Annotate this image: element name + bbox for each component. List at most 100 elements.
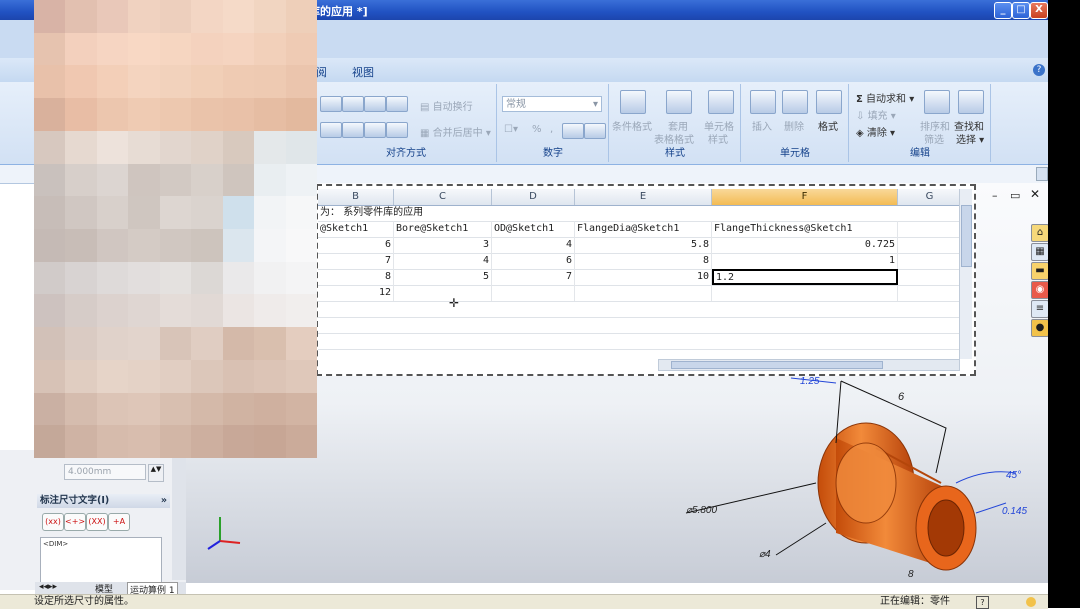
align-right-icon[interactable] bbox=[364, 122, 386, 138]
column-header-b[interactable]: B bbox=[318, 189, 394, 205]
minimize-button[interactable]: _ bbox=[994, 2, 1012, 19]
data-cell[interactable] bbox=[898, 269, 962, 285]
currency-icon[interactable]: ☐▾ bbox=[504, 124, 518, 135]
data-cell[interactable]: 4 bbox=[492, 237, 575, 253]
dim-label-1[interactable]: 1.25 bbox=[800, 376, 819, 387]
dim-label-7[interactable]: 8 bbox=[908, 569, 914, 580]
appearances-icon[interactable]: ≡ bbox=[1031, 300, 1049, 318]
data-cell[interactable]: 6 bbox=[318, 237, 394, 253]
data-cell[interactable] bbox=[575, 285, 712, 301]
dim-label-6[interactable]: 0.145 bbox=[1002, 506, 1027, 517]
align-middle-icon[interactable] bbox=[342, 96, 364, 112]
panel-scrollbar[interactable] bbox=[172, 450, 186, 580]
align-center-icon[interactable] bbox=[342, 122, 364, 138]
dim-text-box[interactable]: <DIM> bbox=[40, 537, 162, 583]
restore-button[interactable]: □ bbox=[1012, 2, 1030, 19]
home-icon[interactable]: ⌂ bbox=[1031, 224, 1049, 242]
dim-offset-button[interactable]: +A bbox=[108, 513, 130, 531]
data-cell[interactable]: 7 bbox=[318, 253, 394, 269]
indent-icon[interactable] bbox=[386, 122, 408, 138]
viewport-restore-icon[interactable]: ▭ bbox=[1010, 189, 1020, 202]
orientation-icon[interactable] bbox=[386, 96, 408, 112]
align-top-icon[interactable] bbox=[320, 96, 342, 112]
column-header-f[interactable]: F bbox=[712, 189, 898, 205]
help-icon[interactable]: ? bbox=[1033, 64, 1045, 76]
sort-filter-icon[interactable] bbox=[924, 90, 950, 114]
data-cell[interactable] bbox=[492, 285, 575, 301]
view-palette-icon[interactable]: ◉ bbox=[1031, 281, 1049, 299]
format-button[interactable]: 格式 bbox=[818, 118, 838, 133]
data-cell[interactable]: 4 bbox=[394, 253, 492, 269]
data-cell[interactable]: 12 bbox=[318, 285, 394, 301]
sheet-horizontal-scrollbar[interactable] bbox=[658, 359, 960, 371]
expand-formula-bar-icon[interactable] bbox=[1036, 167, 1048, 181]
header-cell[interactable]: @Sketch1 bbox=[318, 221, 394, 237]
active-cell[interactable]: 1.2 bbox=[712, 269, 898, 285]
data-cell[interactable]: 0.725 bbox=[712, 237, 898, 253]
dim-text-header[interactable]: 标注尺寸文字(I)» bbox=[37, 494, 170, 508]
data-cell[interactable] bbox=[394, 285, 492, 301]
header-cell[interactable]: OD@Sketch1 bbox=[492, 221, 575, 237]
rebuild-icon[interactable] bbox=[1026, 597, 1036, 607]
dim-label-4[interactable]: ⌀4 bbox=[759, 549, 771, 560]
data-cell[interactable] bbox=[712, 285, 898, 301]
dim-label-2[interactable]: 6 bbox=[898, 391, 904, 403]
align-bottom-icon[interactable] bbox=[364, 96, 386, 112]
dim-label-5[interactable]: 45° bbox=[1006, 470, 1021, 481]
merge-center-button[interactable]: ▦ 合并后居中 ▾ bbox=[420, 124, 491, 139]
binoculars-icon[interactable] bbox=[958, 90, 984, 114]
folder-icon[interactable]: ▬ bbox=[1031, 262, 1049, 280]
clear-button[interactable]: ◈ 清除 ▾ bbox=[856, 124, 895, 139]
conditional-format-icon[interactable] bbox=[620, 90, 646, 114]
data-cell[interactable]: 8 bbox=[318, 269, 394, 285]
tab-review[interactable]: 阅 bbox=[316, 64, 327, 80]
header-cell[interactable]: Bore@Sketch1 bbox=[394, 221, 492, 237]
scroll-thumb[interactable] bbox=[671, 361, 883, 369]
increase-decimal-icon[interactable] bbox=[562, 123, 584, 139]
insert-button[interactable]: 插入 bbox=[752, 118, 772, 133]
scroll-thumb[interactable] bbox=[961, 205, 972, 267]
viewport-minimize-icon[interactable]: – bbox=[992, 189, 998, 202]
tab-view[interactable]: 视图 bbox=[352, 64, 374, 80]
delete-cells-icon[interactable] bbox=[782, 90, 808, 114]
design-library-icon[interactable]: ▦ bbox=[1031, 243, 1049, 261]
spinner-field[interactable]: 4.000mm bbox=[64, 464, 146, 480]
sheet-vertical-scrollbar[interactable] bbox=[959, 189, 972, 359]
title-cell[interactable]: 为： 系列零件库的应用 bbox=[318, 205, 962, 221]
data-cell[interactable] bbox=[898, 237, 962, 253]
tab-nav-arrows-icon[interactable]: ◂◂▸▸ bbox=[39, 582, 57, 592]
data-cell[interactable]: 5 bbox=[394, 269, 492, 285]
comma-icon[interactable]: , bbox=[550, 124, 553, 135]
dim-inspection-button[interactable]: (XX) bbox=[86, 513, 108, 531]
data-cell[interactable] bbox=[898, 253, 962, 269]
data-cell[interactable]: 8 bbox=[575, 253, 712, 269]
data-cell[interactable]: 3 bbox=[394, 237, 492, 253]
column-header-g[interactable]: G bbox=[898, 189, 962, 205]
column-header-e[interactable]: E bbox=[575, 189, 712, 205]
cell-style-icon[interactable] bbox=[708, 90, 734, 114]
data-cell[interactable]: 7 bbox=[492, 269, 575, 285]
viewport-close-icon[interactable]: ✕ bbox=[1030, 187, 1040, 201]
close-button[interactable]: X bbox=[1030, 2, 1048, 19]
dim-paren-button[interactable]: (xx) bbox=[42, 513, 64, 531]
header-cell[interactable]: FlangeThickness@Sketch1 bbox=[712, 221, 898, 237]
number-format-select[interactable]: 常规 ▾ bbox=[502, 96, 602, 112]
decrease-decimal-icon[interactable] bbox=[584, 123, 606, 139]
data-cell[interactable]: 6 bbox=[492, 253, 575, 269]
delete-button[interactable]: 删除 bbox=[784, 118, 804, 133]
format-cells-icon[interactable] bbox=[816, 90, 842, 114]
custom-properties-icon[interactable]: ● bbox=[1031, 319, 1049, 337]
header-cell[interactable]: FlangeDia@Sketch1 bbox=[575, 221, 712, 237]
data-cell[interactable]: 10 bbox=[575, 269, 712, 285]
column-header-c[interactable]: C bbox=[394, 189, 492, 205]
insert-cells-icon[interactable] bbox=[750, 90, 776, 114]
align-left-icon[interactable] bbox=[320, 122, 342, 138]
dim-label-3[interactable]: ⌀5.800 bbox=[686, 505, 717, 516]
fill-button[interactable]: ⇩ 填充 ▾ bbox=[856, 107, 896, 122]
header-cell[interactable] bbox=[898, 221, 962, 237]
help-status-icon[interactable]: ? bbox=[976, 596, 989, 609]
dim-center-button[interactable]: <+> bbox=[64, 513, 86, 531]
embedded-design-table[interactable]: B C D E F G 为： 系列零件库的应用 @Sketch1 Bore@Sk… bbox=[316, 184, 976, 376]
column-header-d[interactable]: D bbox=[492, 189, 575, 205]
autosum-button[interactable]: Σ 自动求和 ▾ bbox=[856, 90, 914, 105]
